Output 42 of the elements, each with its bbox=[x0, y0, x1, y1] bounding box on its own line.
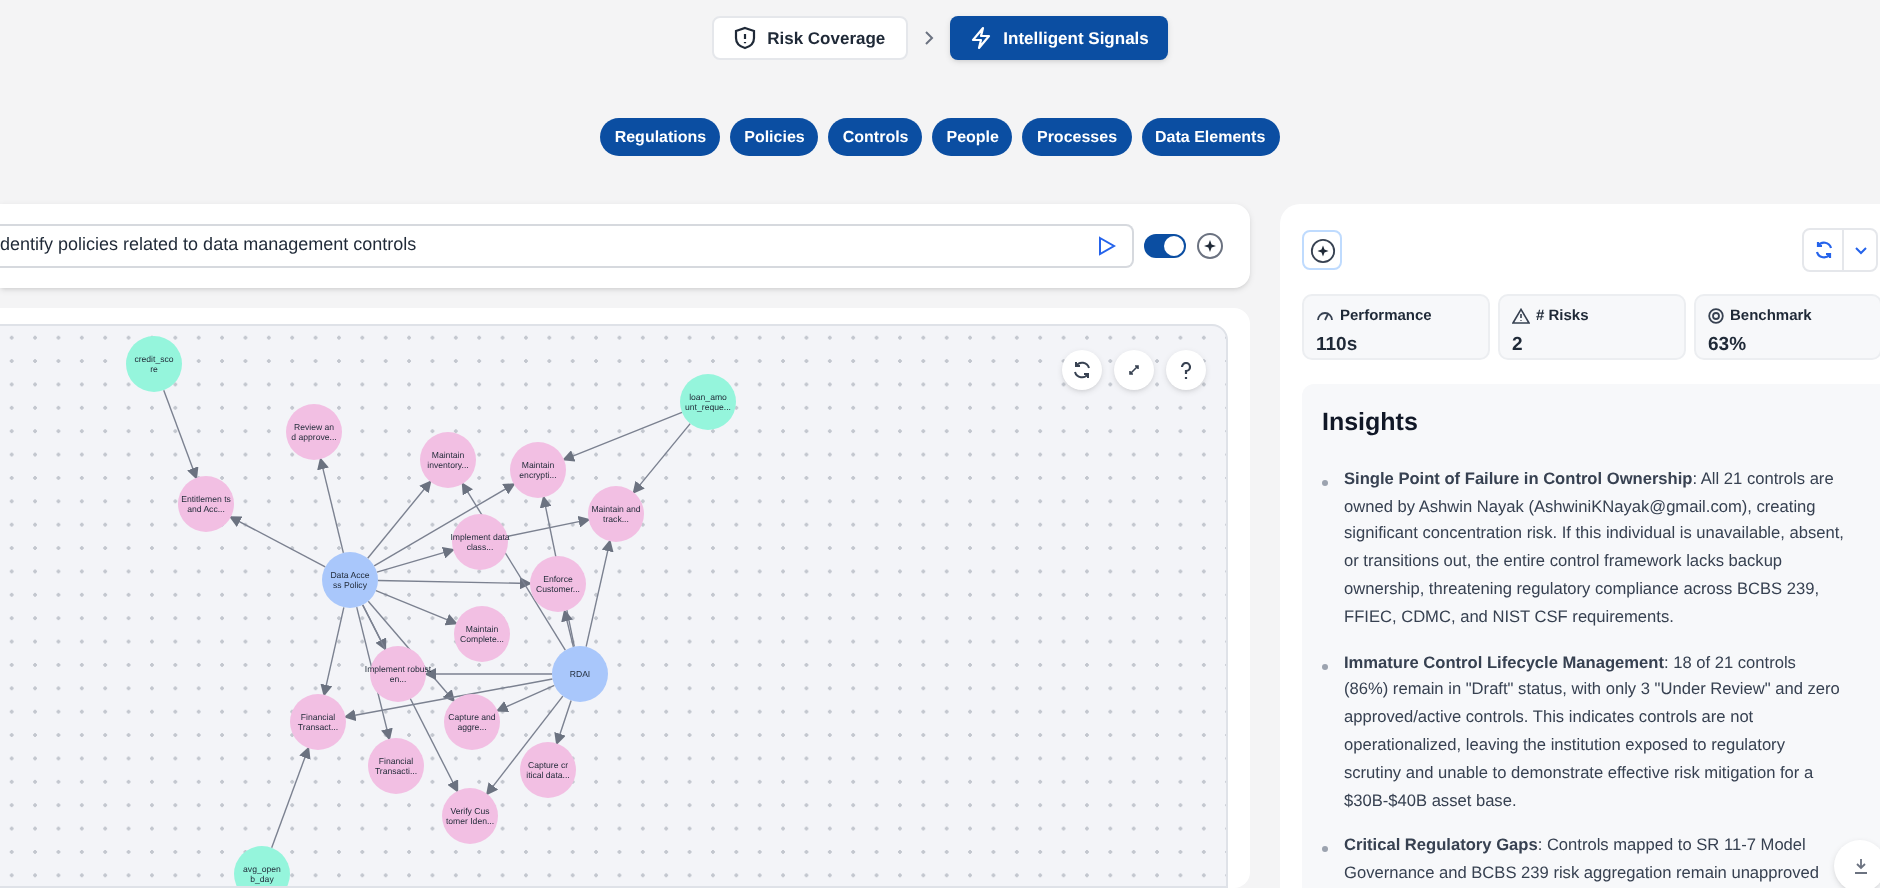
bullet-icon bbox=[1322, 846, 1328, 853]
lightning-icon bbox=[969, 26, 992, 50]
refresh-icon bbox=[1072, 360, 1092, 380]
refresh-button[interactable] bbox=[1062, 350, 1102, 390]
insight-text: Immature Control Lifecycle Management: 18 of 21 controls (86%) remain in "Draft" status, with only 3 "Under Review" and zero approved/active controls. This indicates controls are not operationalized, leaving the institution exposed to regulatory scrutiny and unable to demonstrate effective risk mitigation for a $30B-$40B asset base. bbox=[1344, 649, 1842, 814]
warning-icon bbox=[1512, 307, 1530, 324]
shield-icon bbox=[733, 26, 756, 50]
chevron-down-icon bbox=[1853, 245, 1867, 255]
help-button[interactable] bbox=[1166, 350, 1206, 390]
bullet-icon bbox=[1322, 479, 1328, 486]
filter-pill[interactable]: Policies bbox=[730, 118, 819, 156]
gauge-icon bbox=[1316, 308, 1334, 323]
chevron-right-icon bbox=[923, 30, 934, 46]
edge-arrow bbox=[163, 389, 199, 480]
download-icon bbox=[1853, 858, 1867, 874]
stat-value: 63% bbox=[1708, 332, 1749, 361]
toggle-switch[interactable] bbox=[1144, 234, 1186, 258]
stat-value: 2 bbox=[1512, 332, 1525, 361]
insights-title: Insights bbox=[1322, 406, 1420, 440]
bullet-icon bbox=[1322, 663, 1328, 670]
help-icon bbox=[1180, 361, 1192, 379]
insight-text: Single Point of Failure in Control Ownership: All 21 controls are owned by Ashwin Nayak (AshwiniKNayak@gmail.com), creating significant concentration risk. If this individual is unavailable, absent, or transitions out, the entire control framework lacks backup ownership, threatening regulatory compliance across BCBS 239, FFIEC, CDMC, and NIST CSF requirements. bbox=[1344, 465, 1844, 630]
stat-value: 110s bbox=[1316, 332, 1360, 361]
filter-pill[interactable]: Regulations bbox=[600, 118, 721, 156]
refresh-icon bbox=[1813, 240, 1833, 260]
filter-pill[interactable]: Controls bbox=[828, 118, 923, 156]
sparkle-button[interactable] bbox=[1302, 230, 1342, 270]
sparkle-icon bbox=[1309, 237, 1335, 263]
target-icon bbox=[1708, 307, 1724, 324]
sparkle-icon[interactable] bbox=[1196, 232, 1224, 260]
filter-pill[interactable]: Processes bbox=[1022, 118, 1132, 156]
nav-tab[interactable]: Intelligent Signals bbox=[949, 16, 1169, 60]
insight-text: Critical Regulatory Gaps: Controls mapped to SR 11-7 Model Governance and BCBS 239 risk aggregation remain unapproved bbox=[1344, 832, 1822, 887]
expand-button[interactable] bbox=[1114, 350, 1154, 390]
filter-pill[interactable]: Data Elements bbox=[1141, 118, 1280, 156]
edge-arrow bbox=[271, 746, 311, 849]
query-text: dentify policies related to data management controls bbox=[0, 232, 417, 259]
filter-pill[interactable]: People bbox=[932, 118, 1013, 156]
nav-tab[interactable]: Risk Coverage bbox=[711, 16, 908, 60]
query-field[interactable]: dentify policies related to data management controls bbox=[0, 224, 1134, 268]
send-icon[interactable] bbox=[1098, 236, 1116, 256]
expand-icon bbox=[1128, 364, 1140, 376]
